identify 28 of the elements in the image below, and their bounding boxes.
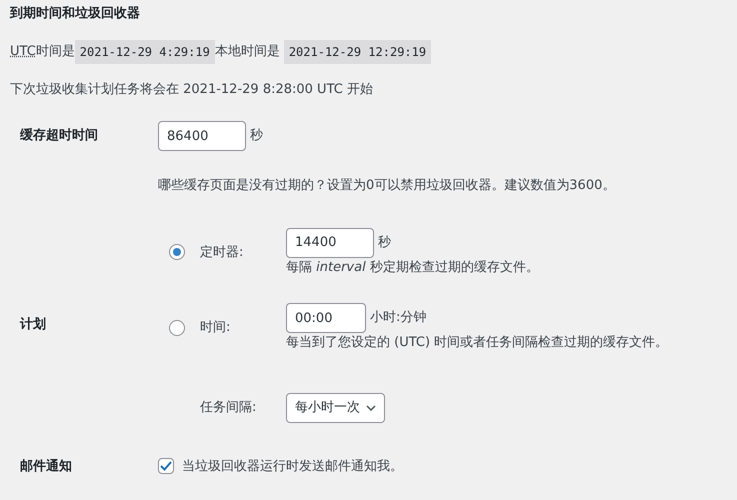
hint-text: 每当到了您设定的 (UTC) 时间或者任务间隔检查过期的缓存文件。 xyxy=(286,334,668,352)
checkbox-label: 当垃圾回收器运行时发送邮件通知我。 xyxy=(182,458,403,476)
unit-label: 秒 xyxy=(378,234,391,252)
utc-time: 2021-12-29 4:29:19 xyxy=(74,40,215,64)
timeout-input[interactable]: 86400 xyxy=(158,121,246,152)
hint-text: 每隔 interval 秒定期检查过期的缓存文件。 xyxy=(286,258,539,277)
description-text: 哪些缓存页面是没有过期的？设置为0可以禁用垃圾回收器。建议数值为3600。 xyxy=(158,177,616,196)
radio-button[interactable] xyxy=(169,244,185,260)
chevron-down-icon xyxy=(366,404,376,411)
local-time: 2021-12-29 12:29:19 xyxy=(284,40,432,64)
radio-button[interactable] xyxy=(169,320,185,336)
time-label: 时间是 xyxy=(36,42,75,61)
time-label: 本地时间是 xyxy=(214,42,280,61)
section-title: 到期时间和垃圾回收器 xyxy=(10,6,141,22)
field-label: 邮件通知 xyxy=(20,458,73,476)
option-label: 时间: xyxy=(199,319,232,338)
field-label: 计划 xyxy=(20,316,47,334)
unit-label: 秒 xyxy=(250,127,263,146)
option-label: 定时器: xyxy=(199,244,244,262)
next-run-text: 下次垃圾收集计划任务将会在 2021-12-29 8:28:00 UTC 开始 xyxy=(10,80,374,99)
time-input[interactable]: 00:00 xyxy=(286,303,366,334)
unit-label: 小时:分钟 xyxy=(370,309,426,328)
interval-select[interactable]: 每小时一次 xyxy=(286,392,385,423)
option-label: 任务间隔: xyxy=(199,398,258,417)
interval-input[interactable]: 14400 xyxy=(286,228,374,258)
utc-abbreviation: UTC xyxy=(10,42,36,61)
field-label: 缓存超时时间 xyxy=(20,127,99,146)
checkbox[interactable] xyxy=(158,458,174,474)
